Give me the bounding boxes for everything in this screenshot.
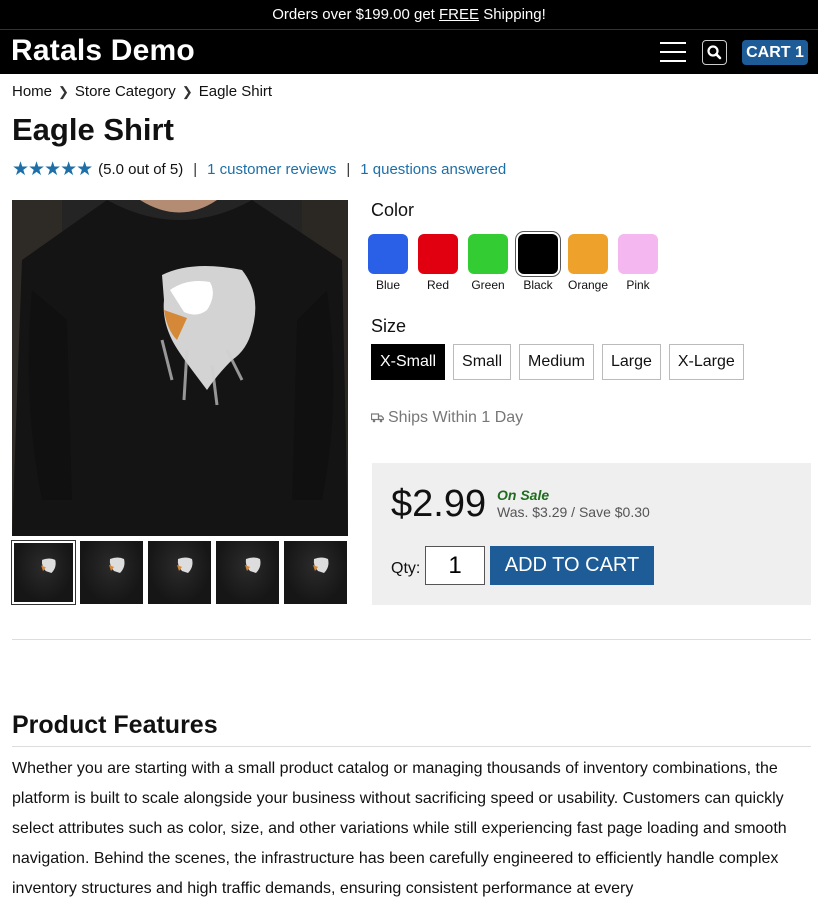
was-price: Was. $3.29 / Save $0.30 — [497, 504, 650, 520]
swatch-color-box — [518, 234, 558, 274]
shirt-illustration — [12, 200, 348, 536]
swatch-color-box — [568, 234, 608, 274]
page-title: Eagle Shirt — [12, 112, 174, 147]
product-rating: ★★★★★ (5.0 out of 5) | 1 customer review… — [12, 158, 506, 181]
site-logo[interactable]: Ratals Demo — [11, 34, 195, 68]
promo-banner: Orders over $199.00 get FREE Shipping! — [0, 0, 818, 30]
site-header: Ratals Demo CART 1 — [0, 30, 818, 74]
swatch-label: Blue — [375, 278, 401, 292]
search-icon — [707, 45, 722, 60]
star-rating-icon: ★★★★★ — [12, 159, 93, 180]
ships-text: Ships Within 1 Day — [388, 409, 524, 426]
cart-button[interactable]: CART 1 — [742, 40, 808, 65]
breadcrumb-current: Eagle Shirt — [198, 83, 273, 100]
swatch-label: Orange — [567, 278, 609, 292]
color-swatch-blue[interactable]: Blue — [368, 234, 408, 292]
size-option-large[interactable]: Large — [601, 344, 661, 380]
thumbnail-5[interactable] — [284, 541, 347, 604]
truck-icon — [371, 413, 384, 423]
divider — [12, 639, 811, 640]
features-heading: Product Features — [12, 711, 218, 739]
color-swatch-red[interactable]: Red — [418, 234, 458, 292]
promo-text-end: Shipping! — [479, 6, 546, 23]
promo-text-start: Orders over $199.00 get — [272, 6, 440, 23]
size-option-x-large[interactable]: X-Large — [668, 344, 744, 380]
price: $2.99 — [391, 483, 487, 525]
hamburger-icon[interactable] — [660, 39, 686, 65]
thumbnail-4[interactable] — [216, 541, 279, 604]
color-swatch-black[interactable]: Black — [518, 234, 558, 292]
thumbnail-image — [245, 557, 261, 573]
thumbnail-image — [41, 558, 56, 573]
swatch-color-box — [418, 234, 458, 274]
color-swatch-green[interactable]: Green — [468, 234, 508, 292]
size-options: X-Small Small Medium Large X-Large — [371, 344, 744, 380]
separator: | — [346, 161, 351, 178]
swatch-label: Red — [426, 278, 449, 292]
size-option-small[interactable]: Small — [453, 344, 512, 380]
divider — [12, 746, 811, 747]
qty-label: Qty: — [391, 560, 421, 577]
rating-text: (5.0 out of 5) — [98, 161, 184, 178]
separator: | — [193, 161, 198, 178]
breadcrumb: Home ❯ Store Category ❯ Eagle Shirt — [12, 83, 272, 100]
swatch-label: Pink — [626, 278, 650, 292]
add-to-cart-button[interactable]: ADD TO CART — [490, 546, 654, 585]
color-swatch-orange[interactable]: Orange — [568, 234, 608, 292]
product-main-image[interactable] — [12, 200, 348, 536]
swatch-color-box — [368, 234, 408, 274]
color-swatch-pink[interactable]: Pink — [618, 234, 658, 292]
breadcrumb-category[interactable]: Store Category — [75, 83, 176, 100]
swatch-color-box — [618, 234, 658, 274]
thumbnail-2[interactable] — [80, 541, 143, 604]
features-description: Whether you are starting with a small pr… — [12, 760, 787, 897]
swatch-label: Green — [471, 278, 505, 292]
swatch-color-box — [468, 234, 508, 274]
thumbnail-image — [109, 557, 125, 573]
chevron-right-icon: ❯ — [181, 84, 193, 99]
breadcrumb-home[interactable]: Home — [12, 83, 52, 100]
purchase-box: $2.99 On Sale Was. $3.29 / Save $0.30 Qt… — [372, 463, 811, 605]
on-sale-badge: On Sale — [497, 487, 550, 503]
search-button[interactable] — [702, 40, 727, 65]
thumbnail-strip — [11, 540, 347, 605]
reviews-link[interactable]: 1 customer reviews — [207, 161, 336, 178]
thumbnail-image — [177, 557, 193, 573]
size-option-medium[interactable]: Medium — [519, 344, 594, 380]
shipping-info: Ships Within 1 Day — [371, 409, 523, 427]
size-label: Size — [371, 316, 407, 336]
thumbnail-1[interactable] — [11, 540, 76, 605]
thumbnail-image — [313, 557, 329, 573]
promo-free-link[interactable]: FREE — [439, 6, 479, 23]
size-option-x-small[interactable]: X-Small — [371, 344, 446, 380]
swatch-label: Black — [523, 278, 553, 292]
quantity-input[interactable] — [425, 546, 485, 585]
thumbnail-3[interactable] — [148, 541, 211, 604]
questions-link[interactable]: 1 questions answered — [360, 161, 506, 178]
color-label: Color — [371, 200, 415, 220]
chevron-right-icon: ❯ — [58, 84, 69, 99]
color-swatches: Blue Red Green Black Orange Pink — [368, 234, 658, 292]
